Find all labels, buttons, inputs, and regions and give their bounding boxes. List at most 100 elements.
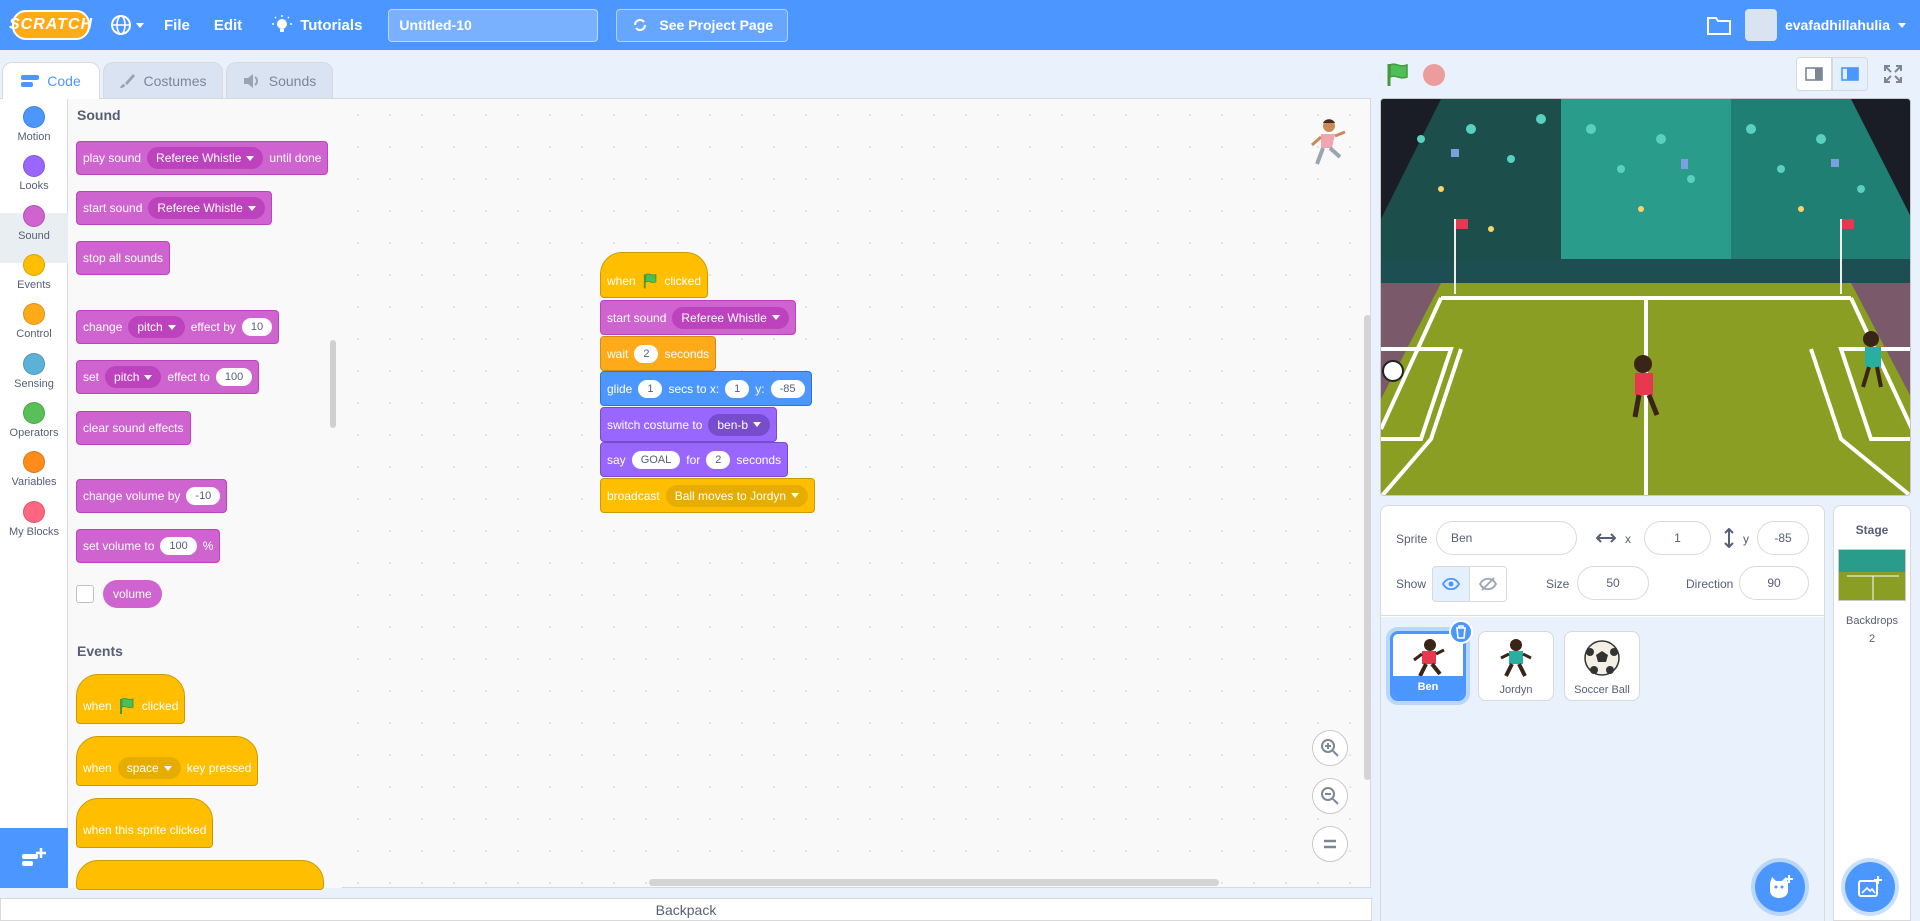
add-extension-icon	[22, 848, 46, 866]
add-extension-button[interactable]	[0, 828, 68, 888]
stage-target-pane[interactable]: Stage Backdrops 2	[1833, 505, 1911, 921]
set-volume-to-block[interactable]: set volume to 100 %	[76, 529, 221, 563]
say-text-input[interactable]: GOAL	[631, 450, 681, 469]
tutorials-button[interactable]: Tutorials	[254, 0, 374, 50]
play-sound-until-done-block[interactable]: play sound Referee Whistle until done	[76, 141, 329, 175]
chevron-down-icon[interactable]	[1898, 22, 1906, 28]
sound-dropdown[interactable]: Referee Whistle	[148, 197, 265, 219]
backpack-bar[interactable]: Backpack	[0, 898, 1372, 921]
category-sound[interactable]: Sound	[0, 205, 68, 242]
choose-backdrop-button[interactable]	[1845, 862, 1895, 912]
y-position-input[interactable]: -85	[1757, 521, 1809, 555]
zoom-in-button[interactable]	[1312, 730, 1348, 766]
green-flag-icon[interactable]	[1385, 62, 1411, 88]
block-text: for	[686, 452, 701, 467]
edit-menu[interactable]: Edit	[202, 0, 254, 50]
script-glide-block[interactable]: glide 1 secs to x: 1 y: -85	[600, 371, 812, 406]
see-project-page-button[interactable]: See Project Page	[616, 8, 789, 42]
when-flag-clicked-block[interactable]: when clicked	[76, 674, 186, 724]
workspace-vertical-scrollbar[interactable]	[1364, 315, 1371, 780]
effect-to-input[interactable]: 100	[215, 368, 253, 386]
category-control[interactable]: Control	[0, 303, 68, 340]
wait-input[interactable]: 2	[634, 344, 659, 363]
category-label: Sound	[18, 230, 50, 242]
size-input[interactable]: 50	[1577, 566, 1649, 600]
set-volume-input[interactable]: 100	[160, 537, 197, 555]
code-workspace[interactable]	[342, 98, 1371, 888]
sprite-name-input[interactable]: Ben	[1436, 521, 1577, 555]
category-motion[interactable]: Motion	[0, 106, 68, 143]
change-effect-by-block[interactable]: change pitch effect by 10	[76, 310, 280, 344]
script-when-flag-clicked-block[interactable]: when clicked	[600, 252, 708, 298]
script-say-block[interactable]: say GOAL for 2 seconds	[600, 442, 789, 477]
sound-dropdown[interactable]: Referee Whistle	[147, 147, 264, 169]
volume-checkbox[interactable]	[76, 585, 94, 603]
category-variables[interactable]: Variables	[0, 451, 68, 488]
category-operators[interactable]: Operators	[0, 402, 68, 439]
key-dropdown[interactable]: space	[117, 757, 181, 779]
category-sensing[interactable]: Sensing	[0, 353, 68, 390]
glide-secs-input[interactable]: 1	[638, 379, 663, 398]
sprite-tile-jordyn[interactable]: Jordyn	[1478, 631, 1554, 701]
effect-dropdown[interactable]: pitch	[105, 366, 162, 388]
costume-dropdown[interactable]: ben-b	[708, 413, 771, 436]
zoom-reset-button[interactable]	[1312, 826, 1348, 862]
operators-color-dot	[23, 402, 45, 424]
tab-sounds[interactable]: Sounds	[226, 62, 333, 98]
sound-dropdown[interactable]: Referee Whistle	[672, 306, 789, 329]
file-menu[interactable]: File	[152, 0, 202, 50]
chevron-down-icon	[136, 22, 144, 28]
change-volume-input[interactable]: -10	[186, 487, 221, 505]
project-title-input[interactable]: Untitled-10	[388, 8, 599, 42]
category-label: My Blocks	[8, 526, 60, 538]
sprite-tile-soccer-ball[interactable]: Soccer Ball	[1564, 631, 1640, 701]
glide-x-input[interactable]: 1	[725, 379, 750, 398]
globe-icon	[111, 15, 131, 35]
avatar[interactable]	[1744, 9, 1777, 41]
start-sound-block[interactable]: start sound Referee Whistle	[76, 191, 272, 225]
zoom-out-button[interactable]	[1312, 778, 1348, 814]
clear-sound-effects-block[interactable]: clear sound effects	[76, 411, 191, 445]
tab-costumes[interactable]: Costumes	[103, 62, 223, 98]
show-visible-button[interactable]	[1432, 566, 1470, 602]
fullscreen-button[interactable]	[1876, 57, 1910, 91]
show-hidden-button[interactable]	[1469, 566, 1507, 602]
effect-dropdown[interactable]: pitch	[128, 316, 185, 338]
stop-button[interactable]	[1423, 64, 1445, 86]
category-events[interactable]: Events	[0, 254, 68, 291]
my-stuff-folder-icon[interactable]	[1706, 15, 1731, 35]
volume-reporter[interactable]: volume	[103, 580, 162, 608]
effect-by-input[interactable]: 10	[241, 318, 273, 336]
normal-stage-icon	[1841, 67, 1859, 81]
script-broadcast-block[interactable]: broadcast Ball moves to Jordyn	[600, 478, 816, 513]
x-position-input[interactable]: 1	[1644, 521, 1711, 555]
message-dropdown[interactable]: Ball moves to Jordyn	[665, 484, 809, 507]
choose-sprite-button[interactable]	[1755, 862, 1805, 912]
category-my-blocks[interactable]: My Blocks	[0, 501, 68, 538]
language-menu[interactable]	[90, 0, 152, 50]
workspace-horizontal-scrollbar[interactable]	[649, 879, 1219, 886]
username[interactable]: evafadhillahulia	[1785, 17, 1890, 33]
direction-input[interactable]: 90	[1739, 566, 1809, 600]
script-switch-costume-block[interactable]: switch costume to ben-b	[600, 407, 778, 442]
category-looks[interactable]: Looks	[0, 155, 68, 192]
glide-y-input[interactable]: -85	[770, 379, 805, 398]
change-volume-by-block[interactable]: change volume by -10	[76, 479, 228, 513]
stage-thumbnail[interactable]	[1838, 549, 1906, 601]
script-wait-block[interactable]: wait 2 seconds	[600, 336, 717, 371]
script-start-sound-block[interactable]: start sound Referee Whistle	[600, 300, 796, 335]
scratch-logo[interactable]: SCRATCH	[9, 10, 92, 40]
palette-scrollbar[interactable]	[330, 340, 336, 428]
stage-canvas[interactable]	[1380, 98, 1911, 496]
small-stage-button[interactable]	[1796, 57, 1832, 91]
tab-code[interactable]: Code	[2, 62, 100, 99]
stop-all-sounds-block[interactable]: stop all sounds	[76, 241, 171, 275]
block-text: play sound	[83, 151, 142, 165]
delete-sprite-button[interactable]	[1449, 620, 1473, 644]
say-secs-input[interactable]: 2	[706, 450, 731, 469]
set-effect-to-block[interactable]: set pitch effect to 100	[76, 360, 260, 394]
when-key-pressed-block[interactable]: when space key pressed	[76, 736, 259, 786]
events-block-partial[interactable]	[76, 860, 324, 890]
normal-stage-button[interactable]	[1832, 57, 1868, 91]
when-sprite-clicked-block[interactable]: when this sprite clicked	[76, 798, 214, 848]
